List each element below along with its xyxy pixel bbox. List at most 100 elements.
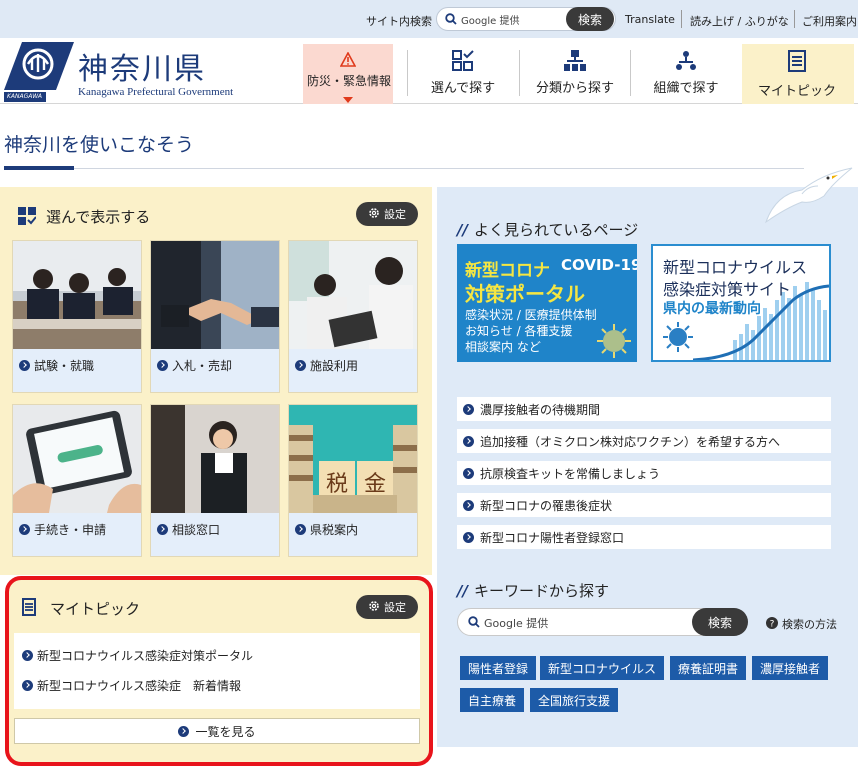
popular-link[interactable]: 新型コロナの罹患後症状 [457, 493, 831, 517]
banner2-line2: 感染症対策サイト [663, 280, 792, 299]
arrow-circle-icon [19, 360, 30, 371]
arrow-circle-icon [157, 360, 168, 371]
banner1-line2: 対策ポータル [465, 282, 585, 306]
google-provided-label: Google 提供 [461, 16, 520, 27]
nav-select[interactable]: 選んで探す [408, 44, 518, 104]
popular-title: よく見られているページ [473, 221, 639, 239]
popular-link[interactable]: 濃厚接触者の待機期間 [457, 397, 831, 421]
keyword-tag[interactable]: 全国旅行支援 [530, 688, 619, 712]
caret-down-icon [343, 92, 353, 106]
facility-photo [289, 241, 417, 349]
mytopic-item-label: 新型コロナウイルス感染症対策ポータル [37, 649, 254, 663]
document-icon [788, 50, 806, 75]
mytopic-item-link[interactable]: 新型コロナウイルス感染症対策ポータル [22, 647, 253, 664]
help-icon: ? [766, 616, 778, 632]
mytopic-item-link[interactable]: 新型コロナウイルス感染症 新着情報 [22, 677, 241, 694]
tax-photo: 税 金 [289, 405, 417, 513]
covid-portal-banner[interactable]: 新型コロナ COVID-19 対策ポータル 感染状況 / 医療提供体制 お知らせ… [457, 244, 637, 362]
nav-bousai-label: 防災・緊急情報 [307, 74, 392, 88]
header-search-button[interactable]: 検索 [566, 7, 614, 31]
arrow-circle-icon [463, 403, 474, 415]
tile-label: 手続き・申請 [34, 523, 107, 537]
popular-link[interactable]: 新型コロナ陽性者登録窓口 [457, 525, 831, 549]
warning-icon [339, 51, 357, 70]
divider [681, 10, 682, 28]
popular-link-label: 抗原検査キットを常備しましょう [480, 466, 661, 481]
arrow-circle-icon [295, 524, 306, 535]
nav-category[interactable]: 分類から探す [520, 44, 630, 104]
keyword-tag[interactable]: 療養証明書 [670, 656, 747, 680]
view-all-label: 一覧を見る [195, 724, 256, 739]
keyword-search-button[interactable]: 検索 [692, 608, 748, 636]
keyword-tag[interactable]: 濃厚接触者 [752, 656, 829, 680]
logo-small-text: KANAGAWA [7, 93, 43, 100]
arrow-circle-icon [22, 650, 33, 661]
banner1-line1b: COVID-19 [561, 256, 637, 274]
popular-link-label: 新型コロナの罹患後症状 [480, 498, 613, 513]
svg-text:?: ? [770, 619, 775, 629]
popular-link[interactable]: 追加接種（オミクロン株対応ワクチン）を希望する方へ [457, 429, 831, 453]
gear-icon [368, 600, 380, 615]
guide-link[interactable]: ご利用案内 [802, 13, 857, 29]
mytopic-settings-button[interactable]: 設定 [356, 595, 418, 619]
seagull-illustration [762, 164, 854, 227]
tile-consultation[interactable]: 相談窓口 [150, 404, 280, 557]
arrow-circle-icon [463, 499, 474, 511]
keyword-tag[interactable]: 陽性者登録 [460, 656, 537, 680]
checklist-icon [452, 50, 474, 76]
nav-category-label: 分類から探す [535, 81, 614, 96]
view-all-button[interactable]: 一覧を見る [14, 718, 420, 744]
tile-exam-employment[interactable]: 試験・就職 [12, 240, 142, 393]
tile-label: 県税案内 [310, 523, 359, 537]
keyword-tag[interactable]: 自主療養 [460, 688, 525, 712]
nav-bousai[interactable]: 防災・緊急情報 [303, 44, 393, 104]
arrow-circle-icon [19, 524, 30, 535]
settings-label: 設定 [384, 208, 406, 221]
tile-label: 入札・売却 [172, 359, 233, 373]
virus-icon [661, 320, 695, 357]
banner1-line4: お知らせ / 各種支援 [465, 324, 573, 338]
exam-photo [13, 241, 141, 349]
arrow-circle-icon [295, 360, 306, 371]
keyword-heading: // キーワードから探す [457, 580, 609, 601]
divider [794, 10, 795, 28]
covid-countermeasure-banner[interactable]: 新型コロナウイルス 感染症対策サイト 県内の最新動向 [651, 244, 831, 362]
mytopic-panel-title: マイトピック [50, 600, 141, 618]
popular-link-label: 追加接種（オミクロン株対応ワクチン）を希望する方へ [480, 434, 781, 449]
page-title: 神奈川を使いこなそう [4, 134, 195, 156]
keyword-tag[interactable]: 新型コロナウイルス [540, 656, 665, 680]
hierarchy-icon [564, 50, 586, 76]
site-name[interactable]: 神奈川県 [78, 44, 206, 88]
kanagawa-logo[interactable]: KANAGAWA [4, 40, 74, 102]
banner1-line3: 感染状況 / 医療提供体制 [465, 308, 597, 322]
nav-org-label: 組織で探す [653, 81, 719, 96]
settings-label: 設定 [384, 601, 406, 614]
slash-icon: // [457, 220, 468, 239]
tile-bidding[interactable]: 入札・売却 [150, 240, 280, 393]
mytopic-item-label: 新型コロナウイルス感染症 新着情報 [37, 679, 242, 693]
select-settings-button[interactable]: 設定 [356, 202, 418, 226]
banner2-line3: 県内の最新動向 [663, 301, 761, 317]
grid-check-icon [18, 207, 37, 228]
arrow-circle-icon [157, 524, 168, 535]
money-char: 金 [364, 472, 387, 497]
arrow-circle-icon [22, 680, 33, 691]
tile-facility[interactable]: 施設利用 [288, 240, 418, 393]
nav-org[interactable]: 組織で探す [631, 44, 741, 104]
tablet-photo [13, 405, 141, 513]
google-provided-label: Google 提供 [484, 617, 549, 630]
read-aloud-link[interactable]: 読み上げ / ふりがな [690, 13, 789, 29]
search-help-link[interactable]: ? 検索の方法 [766, 616, 837, 632]
tile-tax[interactable]: 税 金 県税案内 [288, 404, 418, 557]
translate-link[interactable]: Translate [625, 13, 675, 26]
document-icon [22, 598, 36, 619]
virus-icon [595, 322, 633, 362]
site-name-en: Kanagawa Prefectural Government [78, 86, 234, 98]
search-icon [445, 13, 457, 25]
nav-mytopic[interactable]: マイトピック [742, 44, 854, 104]
slash-icon: // [457, 581, 468, 600]
popular-link[interactable]: 抗原検査キットを常備しましょう [457, 461, 831, 485]
banner2-line1: 新型コロナウイルス [663, 258, 808, 277]
tile-procedures[interactable]: 手続き・申請 [12, 404, 142, 557]
arrow-circle-icon [463, 435, 474, 447]
